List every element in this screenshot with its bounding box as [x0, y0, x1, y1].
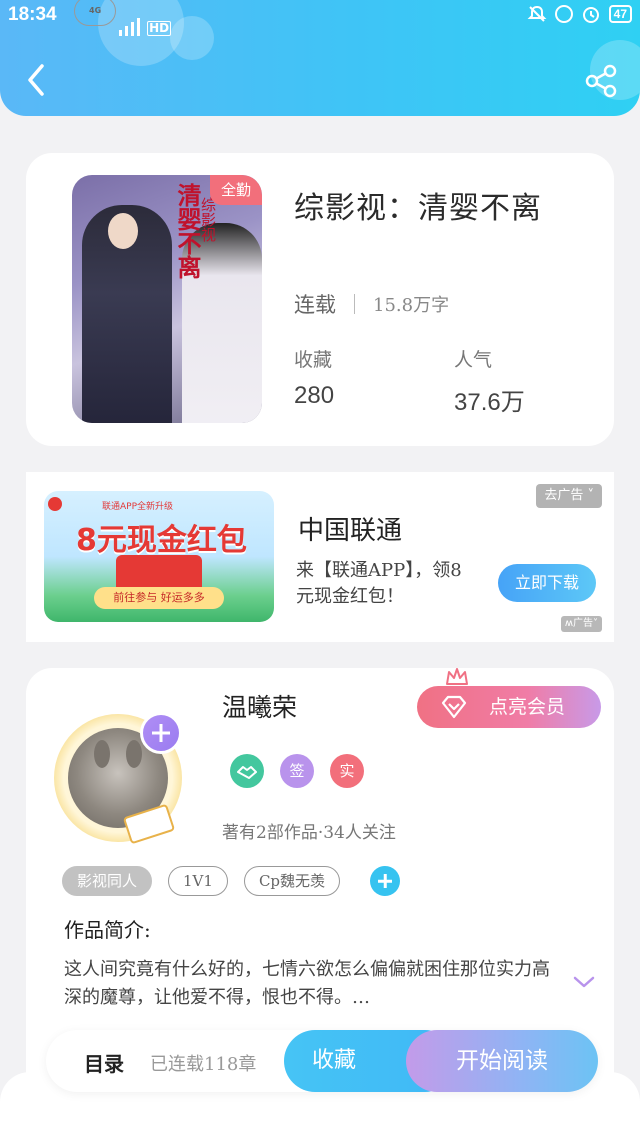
- favorites-value: 280: [294, 382, 335, 409]
- favorites-stat: 收藏 280: [294, 345, 334, 410]
- author-stats: 著有2部作品·34人关注: [222, 823, 396, 843]
- follow-plus-button[interactable]: [140, 712, 182, 754]
- full-attendance-badge: 全勤: [210, 175, 262, 205]
- crown-icon: [446, 668, 468, 685]
- remove-ad-label: 去广告: [544, 488, 584, 503]
- serial-status: 连载: [294, 293, 336, 317]
- activate-membership-button[interactable]: 点亮会员: [417, 686, 601, 728]
- ad-banner[interactable]: 联通APP全新升级 8元现金红包 前往参与 好运多多 中国联通 来【联通APP】…: [26, 472, 614, 642]
- tag-chip[interactable]: 1V1: [168, 866, 228, 896]
- book-status-row: 连载 15.8万字: [294, 289, 449, 319]
- verified-badge: 实: [330, 754, 364, 788]
- ad-image-button: 前往参与 好运多多: [94, 587, 224, 609]
- diamond-icon: [441, 695, 467, 719]
- add-tag-button[interactable]: [370, 866, 401, 896]
- download-button[interactable]: 立即下载: [498, 564, 596, 602]
- handshake-icon: [237, 766, 257, 779]
- table-of-contents-button[interactable]: 目录: [84, 1048, 124, 1077]
- status-time: 18:34: [8, 4, 57, 25]
- ad-image-top-text: 联通APP全新升级: [102, 502, 174, 512]
- book-info-card: 清婴不离 综影视 全勤 综影视：清婴不离 连载 15.8万字 收藏 280 人气…: [26, 153, 614, 446]
- hd-indicator: HD: [147, 21, 172, 36]
- ad-image-headline: 8元现金红包: [76, 523, 247, 558]
- cover-figure-face: [108, 213, 138, 249]
- popularity-stat: 人气 37.6万: [454, 345, 525, 417]
- network-indicator: 4G HD: [74, 0, 172, 36]
- signal-bar: [131, 22, 135, 36]
- author-card: 温曦荣 点亮会员 签 实 著有2部作品·34人关注 影视同人 1V1 Cp魏无羡…: [26, 668, 614, 1088]
- status-bar: 18:34 4G HD 47: [0, 0, 640, 36]
- ad-text: 来【联通APP】，领8元现金红包！: [296, 560, 462, 607]
- ad-image[interactable]: 联通APP全新升级 8元现金红包 前往参与 好运多多: [44, 491, 274, 622]
- share-icon[interactable]: [584, 64, 618, 98]
- signal-bar: [125, 26, 129, 36]
- ad-mark: ʍ广告˅: [560, 616, 602, 632]
- signed-badge: 签: [280, 754, 314, 788]
- word-count: 15.8万字: [373, 295, 450, 316]
- cover-title: 清婴不离: [173, 183, 202, 279]
- signal-bar: [119, 30, 123, 36]
- network-type: 4G: [74, 0, 117, 26]
- vip-label: 点亮会员: [489, 696, 566, 718]
- chapter-count[interactable]: 已连载118章: [150, 1050, 256, 1076]
- signal-bar: [137, 18, 141, 36]
- divider: [354, 294, 355, 314]
- bottom-action-bar: 目录 已连载118章 收藏 开始阅读: [46, 1030, 598, 1092]
- favorites-label: 收藏: [294, 349, 333, 371]
- tag-chip[interactable]: Cp魏无羡: [243, 866, 341, 896]
- battery-level: 47: [608, 5, 632, 23]
- popularity-label: 人气: [454, 349, 493, 371]
- handshake-badge-icon: [230, 754, 264, 788]
- bell-off-icon: [527, 5, 547, 22]
- popularity-value: 37.6万: [454, 389, 525, 416]
- top-header: 18:34 4G HD 47: [0, 0, 640, 116]
- book-cover[interactable]: 清婴不离 综影视 全勤: [72, 175, 262, 423]
- ad-advertiser: 中国联通: [298, 516, 403, 546]
- remove-ad-button[interactable]: 去广告 ˅: [536, 484, 602, 508]
- unicom-logo-icon: [48, 497, 62, 511]
- tag-chip[interactable]: 影视同人: [62, 866, 153, 896]
- tag-list: 影视同人 1V1 Cp魏无羡: [62, 866, 401, 896]
- author-badges: 签 实: [230, 754, 364, 788]
- status-icons: 47: [527, 4, 632, 24]
- book-title: 综影视：清婴不离: [294, 191, 542, 226]
- lock-rotation-icon: [554, 5, 573, 23]
- alarm-icon: [582, 7, 599, 23]
- ad-mark-label: 广告: [573, 618, 593, 629]
- intro-title: 作品简介:: [64, 918, 151, 942]
- start-reading-button[interactable]: 开始阅读: [406, 1030, 598, 1092]
- avatar-ear: [126, 740, 142, 768]
- author-name[interactable]: 温曦荣: [222, 688, 297, 724]
- chevron-down-icon[interactable]: [572, 974, 596, 990]
- back-chevron-left-icon[interactable]: [22, 62, 50, 98]
- intro-text: 这人间究竟有什么好的，七情六欲怎么偏偏就困住那位实力高深的魔尊，让他爱不得，恨也…: [64, 959, 550, 1008]
- avatar-ear: [94, 740, 110, 768]
